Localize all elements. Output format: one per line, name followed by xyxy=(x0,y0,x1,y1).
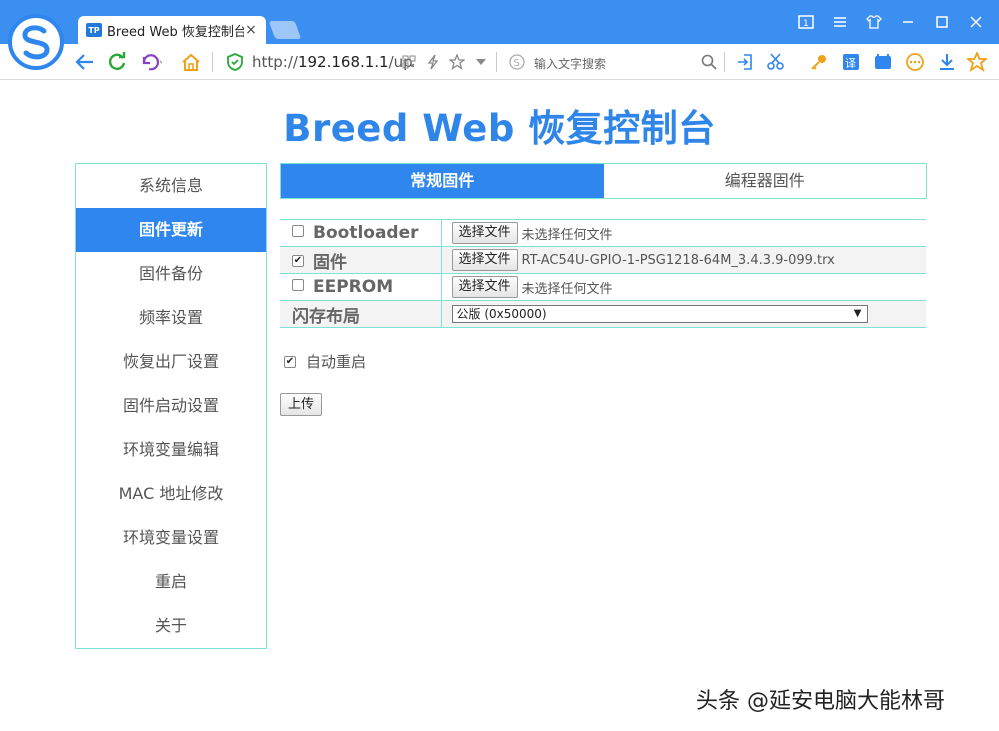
page-title: Breed Web 恢复控制台 xyxy=(283,107,716,150)
address-bar[interactable]: http://192.168.1.1/up xyxy=(252,53,413,71)
browser-logo-icon[interactable] xyxy=(8,14,64,70)
bootloader-label: Bootloader xyxy=(313,223,419,243)
secure-shield-icon[interactable] xyxy=(224,51,246,73)
table-row: ✔ 固件 选择文件 RT-AC54U-GPIO-1-PSG1218-64M_3.4.… xyxy=(280,246,926,274)
sidebar-item-firmware-update[interactable]: 固件更新 xyxy=(76,208,266,252)
eeprom-file-cell: 选择文件 未选择任何文件 xyxy=(441,273,926,301)
favorites-icon[interactable] xyxy=(966,51,988,73)
bootloader-cell: Bootloader xyxy=(280,219,442,247)
more-options-icon[interactable] xyxy=(904,51,926,73)
svg-text:1: 1 xyxy=(803,19,809,29)
menu-icon[interactable] xyxy=(823,10,857,34)
firmware-label: 固件 xyxy=(313,252,347,273)
flash-layout-selected: 公版 (0x50000) xyxy=(456,307,547,321)
maximize-icon[interactable] xyxy=(925,10,959,34)
sidebar-item-mac-address[interactable]: MAC 地址修改 xyxy=(76,472,266,516)
flash-layout-cell: 闪存布局 xyxy=(280,300,442,328)
qr-code-icon[interactable] xyxy=(398,51,420,73)
sidebar-item-about[interactable]: 关于 xyxy=(76,604,266,648)
firmware-file-cell: 选择文件 RT-AC54U-GPIO-1-PSG1218-64M_3.4.3.9-… xyxy=(441,246,926,274)
firmware-checkbox[interactable]: ✔ xyxy=(292,254,304,267)
flash-layout-select[interactable]: 公版 (0x50000) ▼ xyxy=(451,305,868,323)
eeprom-choose-file-button[interactable]: 选择文件 xyxy=(451,276,518,298)
tab-favicon-icon: TP xyxy=(86,23,102,37)
back-icon[interactable] xyxy=(74,51,96,73)
bootloader-checkbox[interactable] xyxy=(292,225,304,237)
sidebar-item-boot-settings[interactable]: 固件启动设置 xyxy=(76,384,266,428)
tab-count-icon[interactable]: 1 xyxy=(789,10,823,34)
firmware-cell: ✔ 固件 xyxy=(280,246,442,274)
screenshot-scissors-icon[interactable] xyxy=(766,51,788,73)
eeprom-checkbox[interactable] xyxy=(292,279,304,291)
address-host: 192.168.1.1 xyxy=(297,53,389,71)
tab-close-icon[interactable]: × xyxy=(244,22,258,38)
table-row: Bootloader 选择文件 未选择任何文件 xyxy=(280,219,926,247)
auto-restart-label: 自动重启 xyxy=(306,353,367,371)
tab-programmer-firmware[interactable]: 编程器固件 xyxy=(604,164,927,198)
navbar-separator xyxy=(496,52,497,72)
refresh-icon[interactable] xyxy=(106,51,128,73)
tab-title: Breed Web 恢复控制台 xyxy=(107,24,244,40)
skin-icon[interactable] xyxy=(857,10,891,34)
firmware-file-name: RT-AC54U-GPIO-1-PSG1218-64M_3.4.3.9-099.… xyxy=(521,252,835,268)
eeprom-cell: EEPROM xyxy=(280,273,442,301)
translate-icon[interactable]: 译 xyxy=(840,51,862,73)
login-icon[interactable] xyxy=(734,51,756,73)
firmware-table: Bootloader 选择文件 未选择任何文件 ✔ 固件 选择文件 RT-AC54U-… xyxy=(280,219,926,328)
sogou-search-icon: S xyxy=(506,51,528,73)
home-icon[interactable] xyxy=(180,51,202,73)
svg-text:S: S xyxy=(514,58,520,69)
search-icon[interactable] xyxy=(698,51,720,73)
tab-standard-firmware[interactable]: 常规固件 xyxy=(281,164,604,198)
watermark: 头条 @延安电脑大能林哥 xyxy=(696,689,945,714)
svg-text:译: 译 xyxy=(845,57,856,70)
close-window-icon[interactable] xyxy=(959,10,993,34)
flash-layout-value-cell: 公版 (0x50000) ▼ xyxy=(441,300,926,328)
navbar-separator xyxy=(724,52,725,72)
firmware-choose-file-button[interactable]: 选择文件 xyxy=(451,249,518,271)
download-icon[interactable] xyxy=(936,51,958,73)
sidebar-item-factory-reset[interactable]: 恢复出厂设置 xyxy=(76,340,266,384)
minimize-icon[interactable] xyxy=(891,10,925,34)
bootloader-file-cell: 选择文件 未选择任何文件 xyxy=(441,219,926,247)
sidebar-item-system-info[interactable]: 系统信息 xyxy=(76,164,266,208)
bootloader-file-name: 未选择任何文件 xyxy=(521,227,613,243)
auto-restart-checkbox[interactable]: ✔ xyxy=(284,355,296,368)
address-prefix: http:// xyxy=(252,53,298,71)
eeprom-file-name: 未选择任何文件 xyxy=(521,281,613,297)
upload-button[interactable]: 上传 xyxy=(280,393,322,416)
sidebar-nav: 系统信息 固件更新 固件备份 频率设置 恢复出厂设置 固件启动设置 环境变量编辑… xyxy=(75,163,267,649)
undo-close-tab-icon[interactable] xyxy=(140,51,162,73)
navbar-separator xyxy=(212,52,213,72)
sidebar-item-firmware-backup[interactable]: 固件备份 xyxy=(76,252,266,296)
sidebar-item-reboot[interactable]: 重启 xyxy=(76,560,266,604)
lightning-icon[interactable] xyxy=(422,51,444,73)
table-row: 闪存布局 公版 (0x50000) ▼ xyxy=(280,300,926,328)
auto-restart: ✔ 自动重启 xyxy=(284,351,366,372)
favorite-star-icon[interactable] xyxy=(446,51,468,73)
reader-icon[interactable] xyxy=(872,51,894,73)
search-input[interactable]: 输入文字搜索 xyxy=(534,55,606,72)
dropdown-arrow-icon[interactable] xyxy=(470,51,492,73)
window-controls: 1 xyxy=(789,10,993,34)
sidebar-item-env-editor[interactable]: 环境变量编辑 xyxy=(76,428,266,472)
eeprom-label: EEPROM xyxy=(313,277,394,297)
sidebar-item-frequency-settings[interactable]: 频率设置 xyxy=(76,296,266,340)
table-row: EEPROM 选择文件 未选择任何文件 xyxy=(280,273,926,301)
flash-layout-label: 闪存布局 xyxy=(292,306,360,327)
browser-tab[interactable]: TP Breed Web 恢复控制台 × xyxy=(78,16,266,44)
browser-navbar: http://192.168.1.1/up S 输入文字搜索 译 xyxy=(0,44,999,80)
firmware-tabs: 常规固件 编程器固件 xyxy=(280,163,927,199)
select-arrow-icon: ▼ xyxy=(853,308,862,319)
sidebar-item-env-settings[interactable]: 环境变量设置 xyxy=(76,516,266,560)
key-icon[interactable] xyxy=(808,51,830,73)
bootloader-choose-file-button[interactable]: 选择文件 xyxy=(451,222,518,244)
